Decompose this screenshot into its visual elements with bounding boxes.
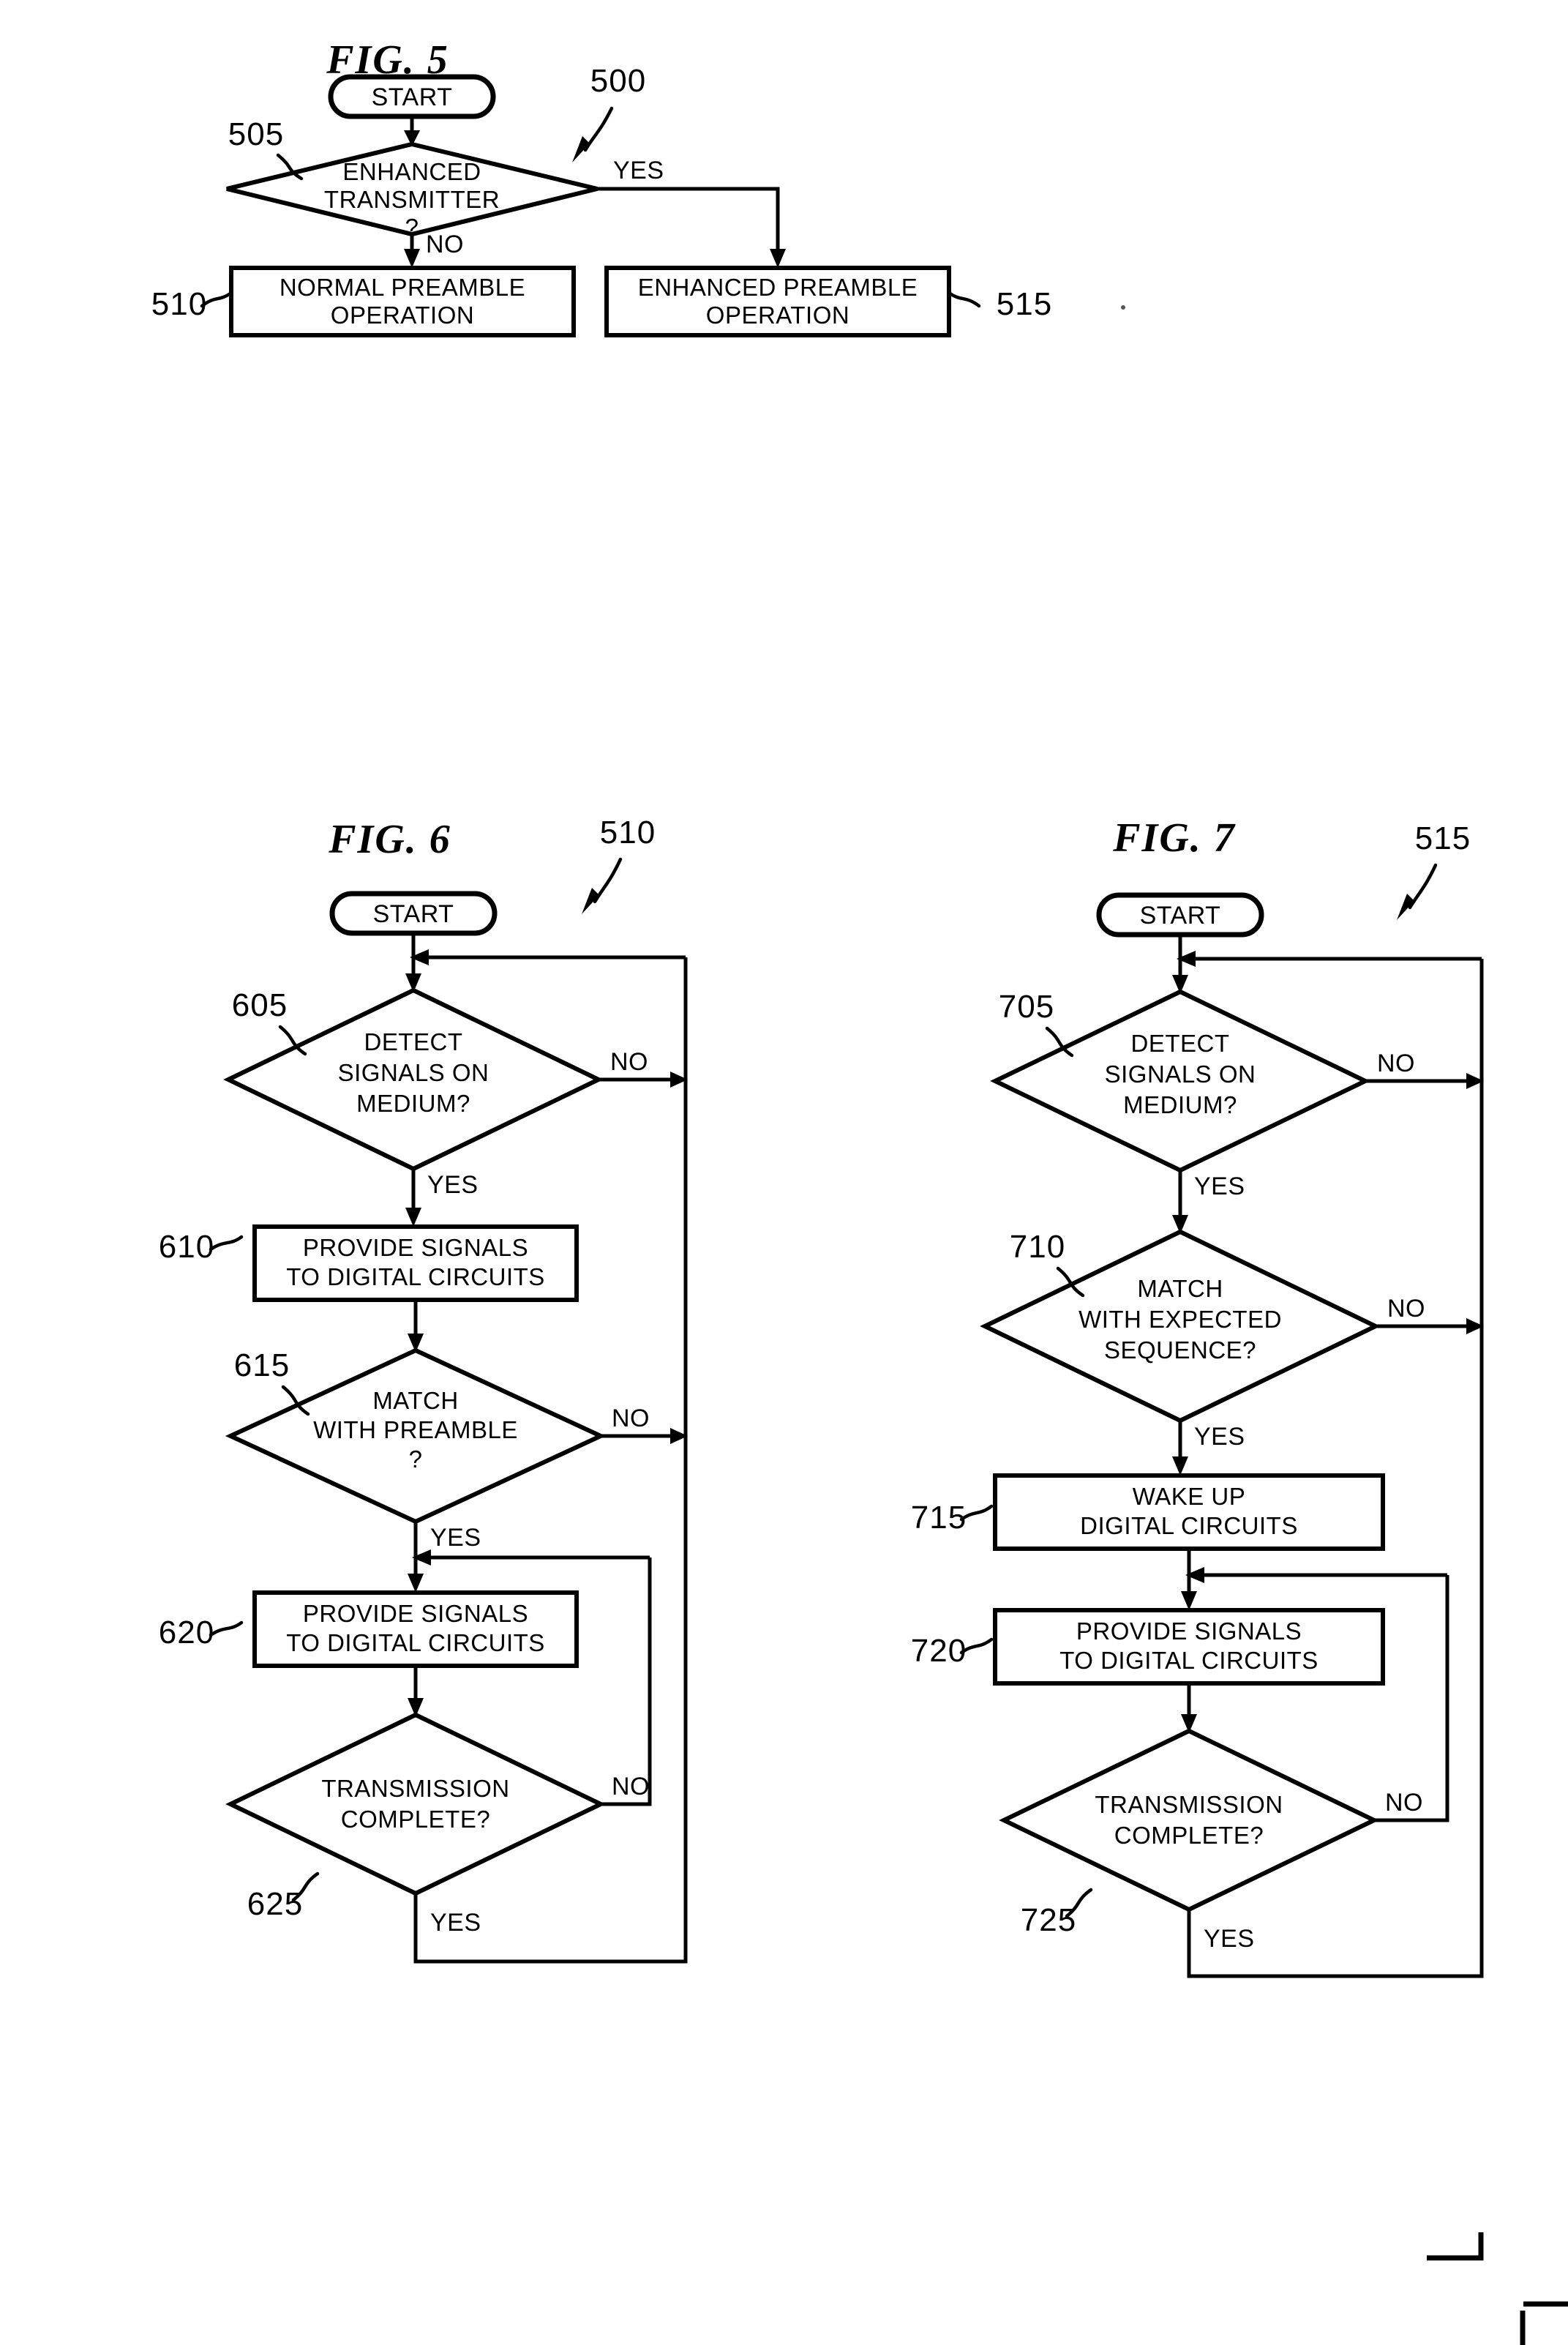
figure-5-ref-515-leader [947,291,981,308]
figure-6-decision-625 [225,1712,606,1896]
figure-6-decision-605-line-2: SIGNALS ON [338,1059,489,1086]
figure-7-title: FIG. 7 [1112,815,1236,861]
figure-5-decision-505-line-1: ENHANCED [342,158,481,185]
figure-7-branch-710-yes-label: YES [1194,1423,1245,1451]
figure-6-decision-605-line-1: DETECT [364,1028,463,1055]
figure-6-edge-605-yes-arrowhead [405,1208,421,1227]
figure-5-branch-yes-label: YES [613,157,664,184]
figure-6-process-620-line-2: TO DIGITAL CIRCUITS [286,1629,545,1656]
figure-6-edge-615-yes-arrowhead [408,1574,424,1593]
figure-6-ref-610: 610 [159,1229,214,1265]
figure-7-edge-715-arrowhead [1181,1591,1197,1610]
figure-6-ref-620: 620 [159,1615,214,1650]
figure-6-process-610-line-2: TO DIGITAL CIRCUITS [286,1263,545,1290]
figure-5-process-510-line-2: OPERATION [331,302,474,329]
figure-5-edge-505-yes-arrowhead [770,249,786,268]
figure-6-branch-625-yes-label: YES [430,1909,481,1937]
figure-6-decision-625-line-1: TRANSMISSION [321,1775,509,1802]
figure-6-process-610-line-1: PROVIDE SIGNALS [303,1234,528,1261]
figure-7-decision-725-line-2: COMPLETE? [1114,1822,1264,1849]
figure-7-branch-725-yes-label: YES [1204,1925,1255,1953]
figure-5-branch-no-label: NO [426,231,464,258]
figure-6-branch-605-yes-label: YES [427,1171,479,1199]
figure-7: FIG. 7 515 START DETECT SIGNALS ON MEDIU… [911,815,1484,1978]
figure-6-branch-615-no-label: NO [612,1405,650,1432]
patent-drawing-sheet: FIG. 5 500 START ENHANCED TRANSMITTER ? … [0,0,1568,2345]
figure-5-process-515-line-1: ENHANCED PREAMBLE [638,274,918,301]
figure-7-ref-720: 720 [911,1633,967,1669]
figure-6-ref-615: 615 [234,1347,290,1383]
figure-6-decision-605-line-3: MEDIUM? [356,1090,470,1117]
figure-5-ref-510: 510 [151,286,207,322]
figure-7-process-715-line-1: WAKE UP [1133,1483,1245,1510]
figure-6-edge-625-no [601,1557,652,1806]
figure-6-ref-625: 625 [247,1886,303,1922]
figure-5-edge-505-yes [597,187,780,258]
figure-7-ref-710: 710 [1010,1229,1065,1265]
figure-6-ref-610-leader [209,1235,244,1252]
figure-6-ref-605: 605 [232,987,288,1023]
figure-6-branch-625-no-label: NO [612,1773,650,1800]
figure-7-decision-725 [999,1728,1379,1912]
figure-5-start-label: START [372,83,453,111]
figure-5-process-515-line-2: OPERATION [706,302,849,329]
figure-7-process-720-line-1: PROVIDE SIGNALS [1076,1617,1302,1645]
figure-5-process-510-line-1: NORMAL PREAMBLE [280,274,525,301]
figure-7-ref-725: 725 [1021,1902,1076,1938]
figure-6-decision-615-line-2: WITH PREAMBLE [313,1416,518,1443]
figure-7-decision-710-line-3: SEQUENCE? [1104,1336,1256,1364]
figure-6-ref-620-leader [209,1620,244,1637]
figure-7-decision-705-line-2: SIGNALS ON [1105,1061,1256,1088]
figure-7-ref-715: 715 [911,1500,967,1536]
scan-speck [1121,305,1125,310]
figure-7-ref-705: 705 [999,989,1054,1025]
figure-7-decision-705-line-1: DETECT [1131,1030,1230,1057]
figure-5-edge-505-no-arrowhead [404,249,420,268]
figure-7-ref-515: 515 [1415,820,1471,856]
figure-6-process-620-line-1: PROVIDE SIGNALS [303,1600,528,1627]
figure-6-decision-615-line-1: MATCH [372,1387,458,1414]
figure-5-decision-505-line-2: TRANSMITTER [324,186,500,213]
figure-7-process-720-line-2: TO DIGITAL CIRCUITS [1059,1647,1318,1674]
figure-6-ref-510: 510 [600,815,656,850]
figure-5-ref-505: 505 [228,116,284,152]
figure-6-title: FIG. 6 [328,817,451,862]
figure-7-decision-725-line-1: TRANSMISSION [1095,1791,1283,1818]
figure-5: FIG. 5 500 START ENHANCED TRANSMITTER ? … [151,37,1052,337]
figure-7-branch-705-no-label: NO [1377,1050,1415,1077]
figure-7-process-715-line-2: DIGITAL CIRCUITS [1080,1512,1298,1539]
figure-7-start-label: START [1140,902,1221,930]
figure-7-branch-725-no-label: NO [1385,1789,1423,1817]
figure-7-decision-705-line-3: MEDIUM? [1123,1091,1237,1118]
figure-7-decision-710-line-2: WITH EXPECTED [1079,1306,1282,1333]
figure-5-ref-515: 515 [997,286,1052,322]
figure-6-start-label: START [373,900,454,928]
figure-6-decision-625-line-2: COMPLETE? [341,1806,490,1833]
figures-canvas: FIG. 5 500 START ENHANCED TRANSMITTER ? … [151,37,1568,2345]
figure-6: FIG. 6 510 START DETECT SIGNALS ON MEDIU… [159,815,688,1964]
figure-7-edge-710-yes-arrowhead [1172,1456,1188,1476]
figure-7-decision-710-line-1: MATCH [1137,1275,1223,1302]
figure-6-branch-615-yes-label: YES [430,1524,481,1552]
figure-6-decision-615-line-3: ? [409,1445,423,1473]
page-corner-mark-upper [1427,2232,1484,2261]
figure-6-branch-605-no-label: NO [610,1048,648,1076]
figure-7-branch-705-yes-label: YES [1194,1172,1245,1200]
figure-5-ref-500: 500 [590,63,646,99]
figure-7-branch-710-no-label: NO [1387,1295,1425,1323]
